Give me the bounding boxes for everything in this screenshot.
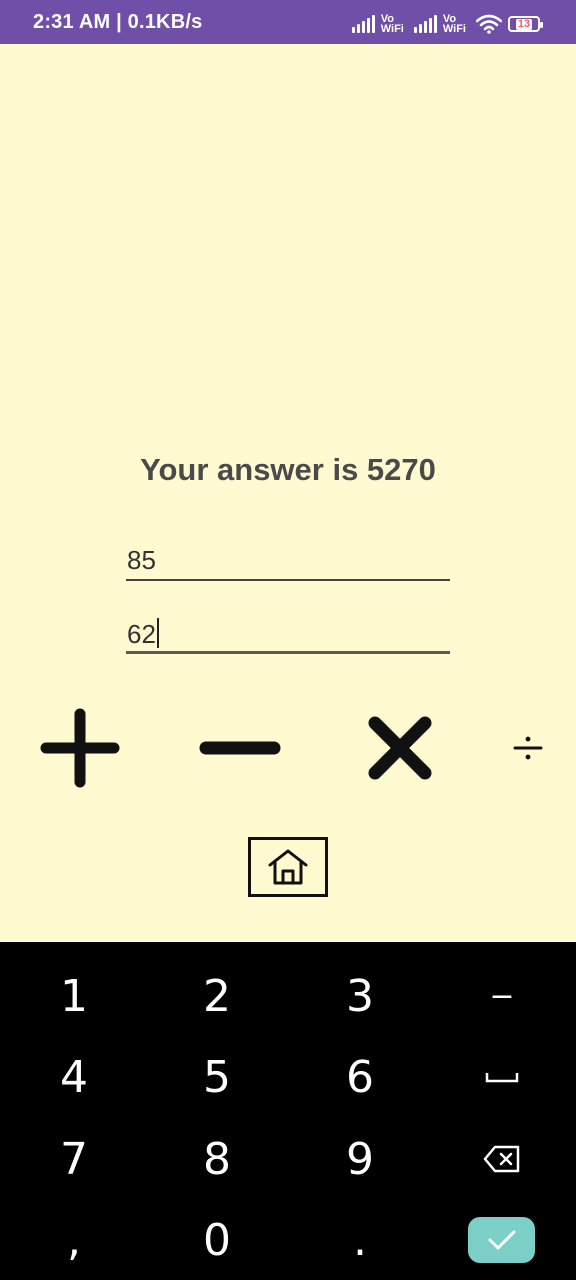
key-space[interactable]: [447, 1037, 557, 1117]
signal-icon: [351, 15, 375, 33]
answer-text: Your answer is 5270: [140, 452, 436, 487]
input-underline-focused: [126, 651, 450, 654]
vowifi-label: Vo WiFi: [380, 13, 404, 35]
check-icon: [488, 1230, 515, 1250]
backspace-icon: [483, 1145, 520, 1173]
key-5[interactable]: 5: [162, 1037, 272, 1117]
wifi-icon: [476, 14, 502, 34]
key-0[interactable]: 0: [162, 1200, 272, 1280]
first-number-value: 85: [127, 545, 156, 575]
space-icon: [485, 1073, 519, 1083]
second-number-input[interactable]: 62: [126, 614, 450, 654]
home-button[interactable]: [248, 837, 328, 897]
minus-icon: [199, 741, 281, 755]
key-9[interactable]: 9: [305, 1119, 415, 1199]
text-cursor: [156, 618, 159, 648]
enter-key[interactable]: [468, 1217, 535, 1263]
home-icon: [268, 849, 308, 885]
key-7[interactable]: 7: [19, 1119, 129, 1199]
key-4[interactable]: 4: [19, 1037, 129, 1117]
backspace-key[interactable]: [447, 1119, 557, 1199]
plus-icon: [40, 708, 120, 788]
second-number-value-wrap: 62: [127, 618, 159, 650]
input-underline: [126, 579, 450, 581]
numeric-keyboard: 1 2 3 − 4 5 6 7 8 9 , 0 .: [0, 942, 576, 1280]
first-number-input[interactable]: 85: [126, 541, 450, 581]
status-icons: Vo WiFi Vo WiFi 13: [351, 12, 543, 36]
key-minus[interactable]: −: [447, 956, 557, 1036]
divide-icon: [513, 736, 543, 760]
vowifi-label-2: Vo WiFi: [442, 13, 466, 35]
key-8[interactable]: 8: [162, 1119, 272, 1199]
key-2[interactable]: 2: [162, 956, 272, 1036]
times-icon: [368, 716, 432, 780]
signal-icon-2: [413, 15, 437, 33]
battery-level: 13: [515, 17, 533, 30]
divide-button[interactable]: [486, 706, 570, 790]
multiply-button[interactable]: [358, 706, 442, 790]
key-1[interactable]: 1: [19, 956, 129, 1036]
status-time: 2:31 AM | 0.1KB/s: [33, 11, 203, 33]
key-3[interactable]: 3: [305, 956, 415, 1036]
second-number-value: 62: [127, 619, 156, 649]
battery-icon: 13: [508, 16, 543, 32]
key-6[interactable]: 6: [305, 1037, 415, 1117]
add-button[interactable]: [38, 706, 122, 790]
key-comma[interactable]: ,: [19, 1200, 129, 1280]
subtract-button[interactable]: [198, 706, 282, 790]
key-period[interactable]: .: [305, 1200, 415, 1280]
status-bar: 2:31 AM | 0.1KB/s Vo WiFi Vo WiFi 13: [0, 0, 576, 44]
